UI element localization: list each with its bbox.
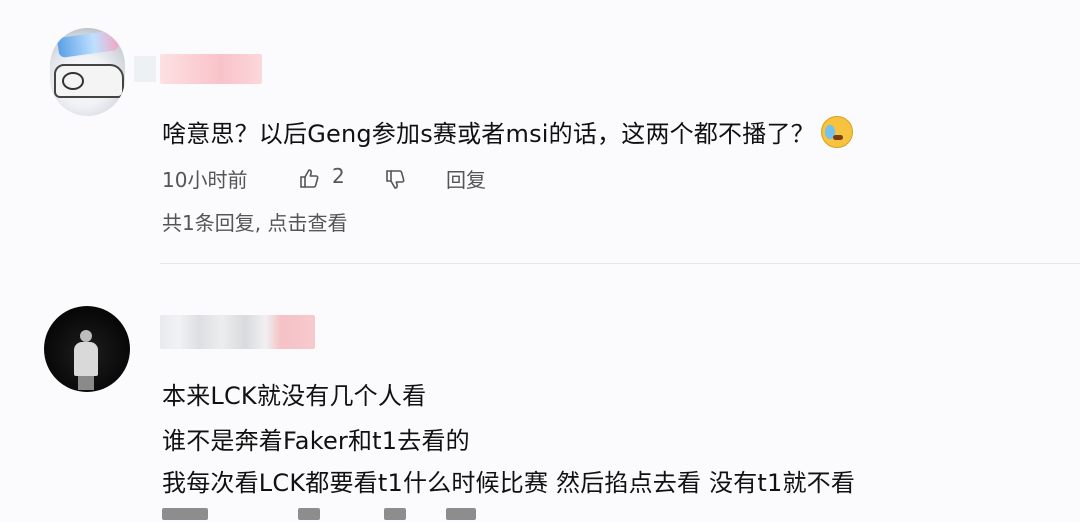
comment-text-line: 啥意思？以后Geng参加s赛或者msi的话，这两个都不播了？	[162, 120, 815, 148]
comment-meta-cutoff	[162, 508, 482, 522]
comment-text-line: 本来LCK就没有几个人看	[162, 382, 427, 410]
comment-text: 啥意思？以后Geng参加s赛或者msi的话，这两个都不播了？	[162, 114, 853, 149]
comment-text-line: 我每次看LCK都要看t1什么时候比赛 然后掐点去看 没有t1就不看	[162, 469, 856, 497]
avatar-image	[54, 64, 124, 98]
comment-time: 10小时前	[162, 168, 248, 192]
thumbs-down-icon[interactable]	[384, 169, 406, 191]
like-count: 2	[332, 164, 345, 188]
avatar[interactable]	[50, 28, 125, 116]
view-replies-link[interactable]: 共1条回复, 点击查看	[162, 207, 347, 236]
avatar-decoration	[56, 29, 120, 59]
crying-face-emoji-icon	[820, 116, 853, 148]
comment-text-line: 谁不是奔着Faker和t1去看的	[162, 427, 470, 455]
reply-button[interactable]: 回复	[446, 164, 486, 193]
avatar-image	[74, 330, 98, 390]
username-blurred[interactable]	[134, 54, 262, 84]
avatar[interactable]	[44, 306, 130, 392]
username-blurred[interactable]	[160, 315, 315, 349]
divider	[160, 263, 1080, 264]
thumbs-up-icon[interactable]	[298, 167, 320, 189]
